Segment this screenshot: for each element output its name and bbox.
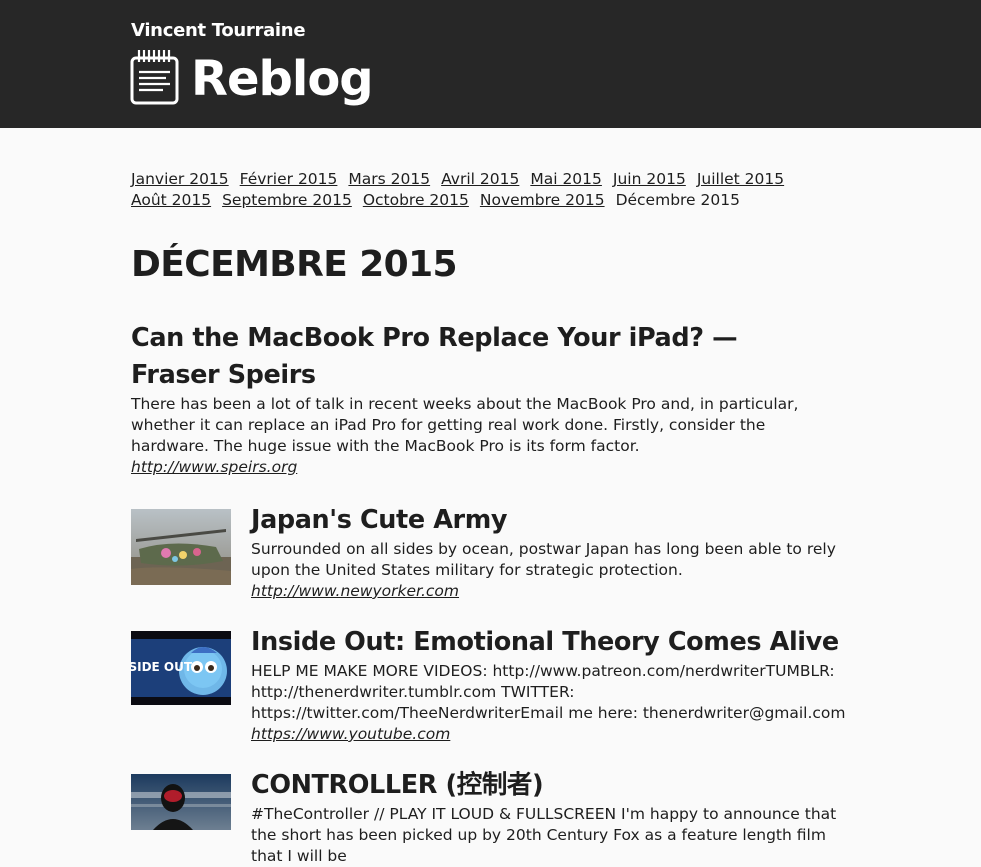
month-link-septembre[interactable]: Septembre 2015: [222, 191, 352, 209]
post-excerpt: There has been a lot of talk in recent w…: [131, 395, 799, 455]
japan-army-helicopter-thumbnail[interactable]: [131, 509, 231, 585]
post-excerpt: Surrounded on all sides by ocean, postwa…: [251, 540, 836, 579]
site-title[interactable]: Reblog: [191, 49, 374, 109]
post-excerpt: HELP ME MAKE MORE VIDEOS: http://www.pat…: [251, 662, 846, 722]
post-item: Can the MacBook Pro Replace Your iPad? —…: [131, 320, 831, 478]
thumbnail-caption: INSIDE OUT: [131, 660, 193, 674]
month-link-novembre[interactable]: Novembre 2015: [480, 191, 605, 209]
site-header: Vincent Tourraine Reblog: [0, 0, 981, 128]
month-archive-nav: Janvier 2015 Février 2015 Mars 2015 Avril 2…: [131, 169, 831, 211]
post-source-link[interactable]: http://www.speirs.org: [131, 458, 297, 476]
post-excerpt: #TheController // PLAY IT LOUD & FULLSCR…: [251, 805, 837, 865]
post-title[interactable]: Can the MacBook Pro Replace Your iPad? —…: [131, 320, 831, 394]
month-link-avril[interactable]: Avril 2015: [441, 170, 519, 188]
month-link-juin[interactable]: Juin 2015: [613, 170, 686, 188]
author-name[interactable]: Vincent Tourraine: [131, 20, 306, 41]
inside-out-thumbnail[interactable]: INSIDE OUT: [131, 631, 231, 705]
month-link-fevrier[interactable]: Février 2015: [240, 170, 338, 188]
post-title[interactable]: CONTROLLER (控制者): [251, 767, 851, 804]
month-link-juillet[interactable]: Juillet 2015: [697, 170, 784, 188]
post-title[interactable]: Japan's Cute Army: [251, 502, 851, 539]
post-source-link[interactable]: https://www.youtube.com: [251, 725, 450, 743]
month-link-mars[interactable]: Mars 2015: [348, 170, 430, 188]
month-link-octobre[interactable]: Octobre 2015: [363, 191, 469, 209]
month-link-mai[interactable]: Mai 2015: [530, 170, 602, 188]
month-current-decembre: Décembre 2015: [615, 191, 740, 209]
month-link-aout[interactable]: Août 2015: [131, 191, 211, 209]
post-source-link[interactable]: http://www.newyorker.com: [251, 582, 459, 600]
notepad-icon[interactable]: [130, 48, 180, 106]
controller-masked-figure-thumbnail[interactable]: [131, 774, 231, 830]
post-title[interactable]: Inside Out: Emotional Theory Comes Alive: [251, 624, 851, 661]
page-title: DÉCEMBRE 2015: [131, 244, 458, 285]
month-link-janvier[interactable]: Janvier 2015: [131, 170, 229, 188]
